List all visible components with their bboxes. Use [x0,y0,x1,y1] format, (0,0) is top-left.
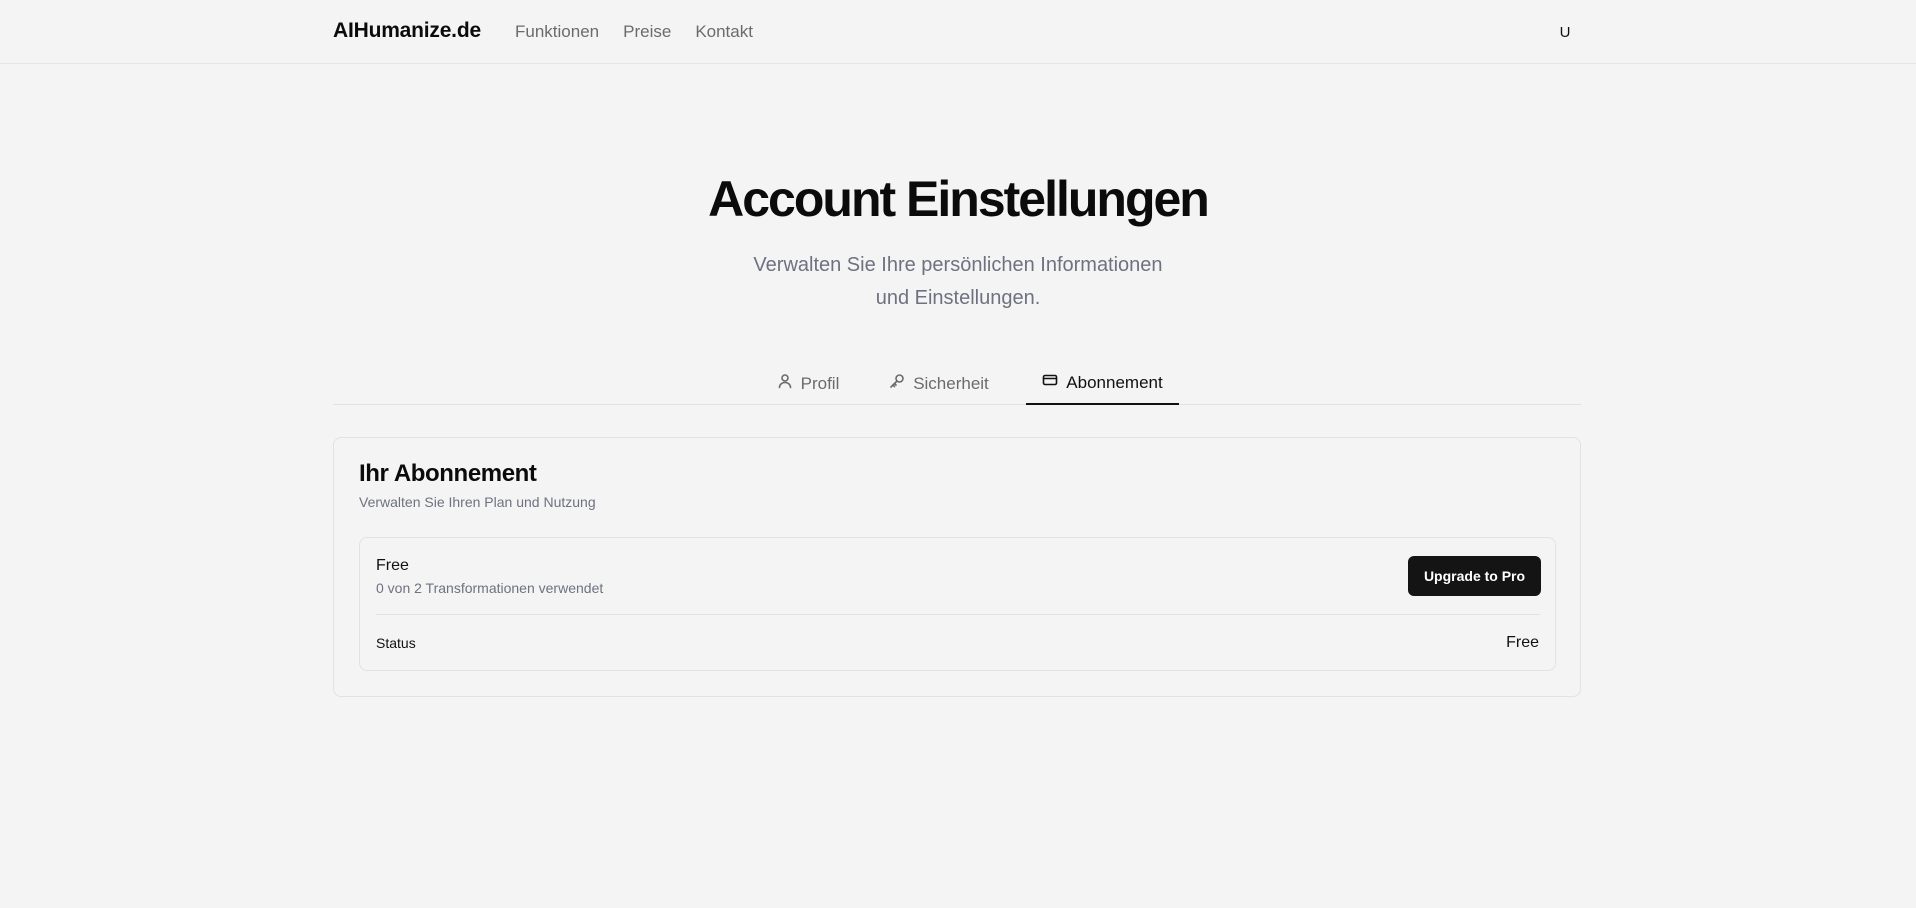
nav-link-kontakt[interactable]: Kontakt [695,22,753,42]
page-subtitle: Verwalten Sie Ihre persönlichen Informat… [708,249,1208,315]
tab-profil-label: Profil [800,373,840,393]
tab-sicherheit-label: Sicherheit [913,373,989,393]
subscription-description: Verwalten Sie Ihren Plan und Nutzung [359,494,596,510]
nav-link-funktionen[interactable]: Funktionen [515,22,599,42]
page-subtitle-line-1: Verwalten Sie Ihre persönlichen Informat… [753,254,1163,276]
page-subtitle-line-2: und Einstellungen. [875,287,1041,309]
tab-abonnement[interactable]: Abonnement [1026,362,1179,405]
settings-tabs: Profil Sicherheit Abonnement [333,362,1581,405]
plan-divider [376,614,1540,615]
subscription-title: Ihr Abonnement [359,460,537,487]
subscription-card: Ihr Abonnement Verwalten Sie Ihren Plan … [333,437,1581,697]
status-label: Status [376,635,416,651]
upgrade-to-pro-button[interactable]: Upgrade to Pro [1408,556,1541,596]
plan-name: Free [376,557,409,574]
tab-profil[interactable]: Profil [748,362,868,405]
user-avatar[interactable]: U [1548,12,1582,52]
tab-sicherheit[interactable]: Sicherheit [869,362,1009,405]
main-nav: Funktionen Preise Kontakt [515,22,753,42]
nav-link-preise[interactable]: Preise [623,22,671,42]
top-navigation-bar: AIHumanize.de Funktionen Preise Kontakt … [0,0,1916,64]
brand-logo[interactable]: AIHumanize.de [333,19,481,43]
user-icon [777,373,793,394]
plan-usage: 0 von 2 Transformationen verwendet [376,580,604,596]
tab-abonnement-label: Abonnement [1066,372,1163,392]
plan-panel: Free 0 von 2 Transformationen verwendet … [359,537,1556,671]
status-value: Free [1506,634,1539,651]
page-title: Account Einstellungen [708,171,1210,227]
credit-card-icon [1042,372,1058,393]
key-icon [889,373,905,394]
